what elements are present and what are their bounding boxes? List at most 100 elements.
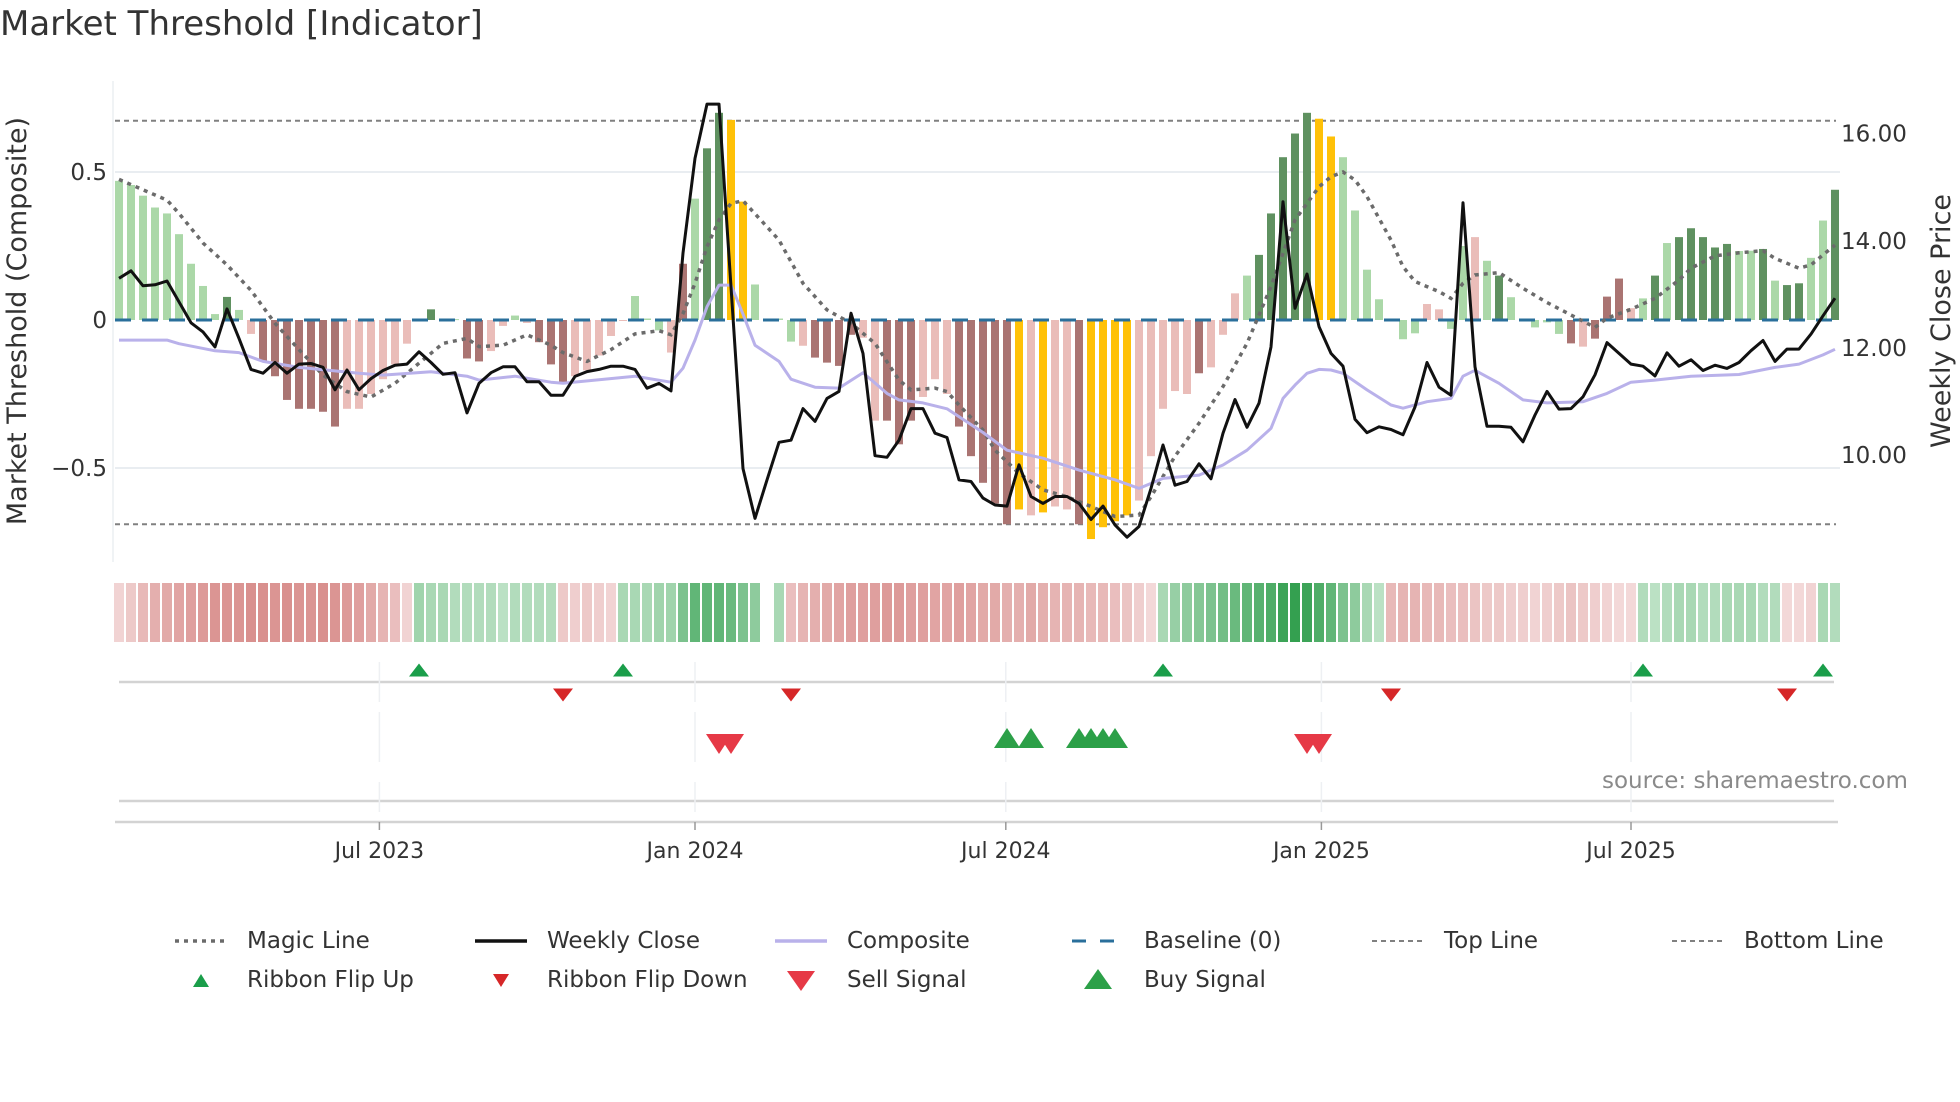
ribbon-cell (834, 583, 844, 642)
composite-bar-weak-positive (115, 180, 123, 320)
ribbon-cell (870, 583, 880, 642)
ribbon-cell (1134, 583, 1144, 642)
ribbon-cell (786, 583, 796, 642)
ribbon-cell (1314, 583, 1324, 642)
ribbon-cell (1818, 583, 1828, 642)
ribbon-cell (426, 583, 436, 642)
composite-bar-strong-negative (1567, 320, 1575, 344)
ribbon-cell (1302, 583, 1312, 642)
composite-bar-weak-positive (163, 213, 171, 320)
ribbon-cell (1050, 583, 1060, 642)
ribbon-cell (1086, 583, 1096, 642)
composite-bar-extreme (1099, 320, 1107, 528)
composite-bar-weak-positive (1375, 299, 1383, 320)
composite-bar-weak-positive (199, 285, 207, 320)
ribbon-cell (1362, 583, 1372, 642)
composite-bar-strong-negative (283, 320, 291, 400)
x-tick-label: Jan 2024 (645, 839, 744, 864)
ribbon-cell (1746, 583, 1756, 642)
legend-swatch-solid-black-icon (475, 939, 527, 943)
ribbon-cell (234, 583, 244, 642)
ribbon-cell (1662, 583, 1672, 642)
ribbon-cell (402, 583, 412, 642)
ribbon-cell (510, 583, 520, 642)
ribbon-cell (1038, 583, 1048, 642)
ribbon-cell (1266, 583, 1276, 642)
ribbon-cell (1110, 583, 1120, 642)
ribbon-cell (1782, 583, 1792, 642)
composite-bar-weak-negative (1159, 320, 1167, 409)
ribbon-cell (162, 583, 172, 642)
legend-swatch-tri-down-small-icon (493, 974, 509, 987)
ribbon-cell (1650, 583, 1660, 642)
ribbon-cell (174, 583, 184, 642)
ribbon-cell (1350, 583, 1360, 642)
ribbon-cell (1206, 583, 1216, 642)
ribbon-cell (1458, 583, 1468, 642)
composite-bar-weak-positive (211, 314, 219, 320)
composite-bar-weak-positive (1663, 243, 1671, 320)
composite-bar-weak-positive (1243, 275, 1251, 320)
composite-bar-weak-positive (511, 315, 519, 320)
y2-tick-label: 14.00 (1841, 229, 1907, 255)
composite-bar-weak-positive (1483, 260, 1491, 320)
composite-bar-weak-positive (1351, 210, 1359, 320)
x-tick-label: Jan 2025 (1271, 839, 1370, 864)
ribbon-cell (642, 583, 652, 642)
ribbon-cell (1146, 583, 1156, 642)
ribbon-cell (522, 583, 532, 642)
ribbon-cell (1158, 583, 1168, 642)
composite-bar-strong-negative (967, 320, 975, 457)
composite-bar-strong-negative (883, 320, 891, 421)
ribbon-cell (1182, 583, 1192, 642)
composite-bar-weak-negative (871, 320, 879, 421)
ribbon-cell (1554, 583, 1564, 642)
composite-bar-strong-positive (1495, 275, 1503, 320)
composite-bar-extreme (1111, 320, 1119, 522)
ribbon-cell (1470, 583, 1480, 642)
composite-bar-strong-negative (259, 320, 267, 362)
ribbon-cell (1098, 583, 1108, 642)
composite-bar-weak-positive (1735, 251, 1743, 320)
ribbon-cell (846, 583, 856, 642)
legend-item: Ribbon Flip Up (175, 965, 414, 995)
ribbon-flip-down-marker (1777, 688, 1797, 702)
ribbon-cell (186, 583, 196, 642)
y-axis-label: Market Threshold (Composite) (2, 117, 33, 525)
composite-bar-weak-positive (751, 284, 759, 320)
composite-bar-weak-positive (655, 320, 663, 331)
legend-item: Top Line (1372, 926, 1538, 956)
ribbon-cell (1722, 583, 1732, 642)
ribbon-cell (1494, 583, 1504, 642)
ribbon-cell (1026, 583, 1036, 642)
ribbon-cell (618, 583, 628, 642)
composite-bar-weak-negative (595, 320, 603, 356)
x-tick-label: Jul 2024 (959, 839, 1051, 864)
buy-signal-marker (1018, 728, 1044, 748)
ribbon-cell (534, 583, 544, 642)
ribbon-flip-up-marker (1153, 663, 1173, 677)
ribbon-cell (198, 583, 208, 642)
ribbon-cell (138, 583, 148, 642)
ribbon-cell (1290, 583, 1300, 642)
composite-bar-weak-negative (1219, 320, 1227, 335)
composite-bar-weak-negative (1579, 320, 1587, 347)
composite-bar-strong-negative (907, 320, 915, 421)
ribbon-cell (930, 583, 940, 642)
composite-bar-strong-negative (331, 320, 339, 427)
ribbon-cell (150, 583, 160, 642)
composite-bar-weak-negative (1183, 320, 1191, 394)
ribbon-cell (294, 583, 304, 642)
legend-item: Weekly Close (475, 926, 700, 956)
ribbon-cell (1830, 583, 1840, 642)
composite-bar-strong-negative (271, 320, 279, 377)
composite-bar-weak-positive (1771, 280, 1779, 320)
composite-bar-weak-negative (1063, 320, 1071, 510)
legend-label: Buy Signal (1144, 967, 1266, 993)
ribbon-cell (666, 583, 676, 642)
ribbon-cell (882, 583, 892, 642)
ribbon-cell (1758, 583, 1768, 642)
ribbon-cell (438, 583, 448, 642)
composite-bar-weak-negative (1435, 309, 1443, 320)
ribbon-cell (810, 583, 820, 642)
